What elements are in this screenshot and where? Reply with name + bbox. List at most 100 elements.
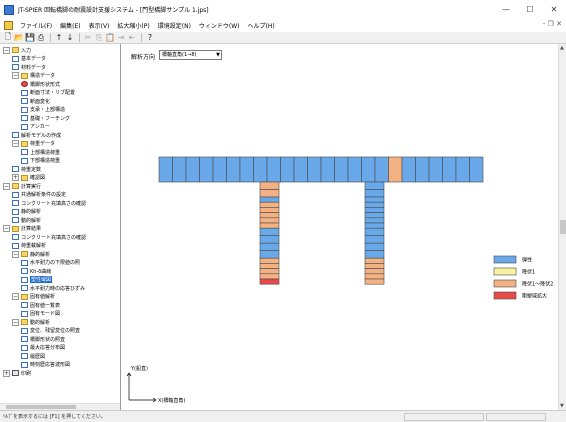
vertical-scrollbar[interactable]: ▲ ▼ (558, 44, 566, 410)
tree-item[interactable]: − 固有値解析 (12, 293, 55, 301)
column-element (364, 207, 385, 213)
new-file-icon[interactable]: 🗋 (3, 32, 13, 43)
tree-item[interactable]: 荷重定数 (12, 165, 41, 173)
legend-label: 剛塑域拡大 (522, 293, 547, 300)
tree-item[interactable]: 解析モデルの作成 (12, 131, 61, 139)
column-element (364, 242, 385, 251)
tree-item[interactable]: − 動的解析 (12, 318, 50, 326)
mdi-controls[interactable]: - ❐ ✕ (543, 20, 562, 28)
tree-item[interactable]: Kh-δ曲線 (21, 267, 51, 275)
collapse-icon[interactable]: − (12, 250, 19, 258)
tree-item[interactable]: − 入力 (3, 46, 31, 54)
save-icon[interactable]: 💾 (25, 33, 35, 43)
arrow-up-icon[interactable]: ↑ (54, 33, 64, 43)
tree-item[interactable]: − 荷重データ (12, 140, 55, 148)
column-element (259, 278, 280, 285)
menu-file[interactable]: ファイル(F) (16, 21, 56, 30)
collapse-icon[interactable]: − (12, 72, 19, 79)
collapse-icon[interactable]: − (3, 46, 10, 54)
tree-item-label: 荷重定数 (21, 166, 42, 173)
maximize-button[interactable]: ☐ (518, 0, 542, 19)
arrow-down-icon[interactable]: ↓ (65, 33, 75, 43)
navigation-tree[interactable]: − 入力 基本データ 材料データ − 構造データ 橋脚形状形式 断面寸法・リブ配置 断面変化 支承… (0, 44, 121, 410)
menu-view[interactable]: 表示(V) (85, 21, 114, 30)
tree-item[interactable]: 変位、残留変位の照査 (21, 327, 80, 335)
tree-item[interactable]: 上部構造荷重 (21, 148, 60, 156)
open-folder-icon[interactable]: 📂 (14, 33, 24, 43)
delete-icon[interactable]: ⇤ (127, 33, 137, 43)
folder-icon (12, 183, 19, 189)
tree-item-label: 材料データ (21, 64, 47, 71)
tree-item[interactable]: 支承・上部構造 (21, 106, 65, 114)
beam-element (280, 156, 295, 183)
tree-item-label: 荷重データ (30, 141, 56, 147)
app-icon (4, 4, 14, 15)
tree-item[interactable]: 動的解析 (12, 216, 41, 224)
tree-item[interactable]: 時刻歴応答波形図 (21, 361, 70, 369)
document-icon[interactable] (4, 21, 13, 30)
tree-item[interactable]: 水平耐力時の応答ひずみ (21, 284, 85, 292)
legend-swatch (493, 291, 517, 300)
collapse-icon[interactable]: − (12, 140, 19, 147)
tree-item[interactable]: 塑性域図 (21, 276, 53, 284)
close-button[interactable]: ✕ (542, 0, 566, 19)
scroll-thumb[interactable] (560, 220, 566, 234)
menu-window[interactable]: ウィンドウ(W) (195, 21, 244, 30)
menu-zoom[interactable]: 拡大縮小(P) (113, 21, 153, 30)
tree-item[interactable]: 共通解析条件の設定 (12, 191, 66, 199)
cut-icon[interactable]: ✂ (83, 33, 93, 43)
tree-item-label: 橋脚形状形式 (30, 81, 61, 88)
collapse-icon[interactable]: − (12, 293, 19, 300)
beam-element (334, 156, 349, 183)
printer-icon (12, 370, 19, 376)
tree-item[interactable]: 荷重載解析 (12, 242, 46, 250)
collapse-icon[interactable]: − (3, 182, 10, 190)
print-icon[interactable]: ⎙ (36, 33, 46, 43)
expand-icon[interactable]: + (3, 369, 10, 377)
tree-item[interactable]: 静的解析 (12, 208, 41, 216)
collapse-icon[interactable]: − (3, 225, 10, 232)
menu-edit[interactable]: 編集(E) (56, 21, 84, 30)
document-icon (12, 200, 19, 206)
tree-item[interactable]: 固有モード図 (21, 310, 60, 318)
tree-item-label: 履歴図 (30, 353, 46, 360)
tree-item[interactable]: − 計算実行 (3, 182, 41, 190)
tree-item[interactable]: 水平耐力の下限値の照 (21, 259, 80, 267)
insert-icon[interactable]: ⇥ (116, 33, 126, 43)
tree-item[interactable]: 基礎・フーチング (21, 114, 70, 122)
tree-item-label: 確認図 (30, 175, 46, 181)
tree-item[interactable]: 材料データ (12, 63, 46, 71)
tree-item[interactable]: 下部構造荷重 (21, 157, 60, 165)
tree-scroll-thumb[interactable] (6, 405, 76, 409)
help-icon[interactable]: ? (145, 33, 155, 43)
minimize-button[interactable]: — (494, 0, 518, 19)
paste-icon[interactable]: 📋 (105, 33, 115, 43)
menu-help[interactable]: ヘルプ(H) (244, 21, 279, 30)
tree-item[interactable]: コンクリート充填高さの確認 (12, 199, 86, 207)
expand-icon[interactable]: + (12, 174, 19, 181)
scroll-down-icon[interactable]: ▼ (560, 403, 564, 409)
tree-item[interactable]: 固有値一覧表 (21, 301, 60, 309)
column-element (364, 201, 385, 208)
tree-item[interactable]: − 計算結果 (3, 225, 41, 233)
tree-item[interactable]: 断面寸法・リブ配置 (21, 89, 75, 97)
tree-item[interactable]: + 印刷 (3, 369, 31, 377)
tree-item[interactable]: 橋脚形状の照査 (21, 335, 65, 343)
tree-item[interactable]: 断面変化 (21, 97, 50, 105)
collapse-icon[interactable]: − (12, 318, 19, 326)
folder-icon (21, 140, 28, 147)
tree-item[interactable]: 最大応答分布図 (21, 344, 65, 352)
tree-item[interactable]: + 確認図 (12, 174, 45, 182)
tree-item[interactable]: コンクリート充填高さの確認 (12, 233, 86, 241)
tree-item[interactable]: 橋脚形状形式 (21, 80, 60, 88)
copy-icon[interactable]: ⎘ (94, 33, 104, 43)
tree-horizontal-scrollbar[interactable] (0, 403, 120, 410)
scroll-up-icon[interactable]: ▲ (560, 45, 564, 51)
tree-item[interactable]: − 静的解析 (12, 250, 50, 258)
tree-item[interactable]: 履歴図 (21, 352, 45, 360)
menu-settings[interactable]: 環境設定(N) (154, 21, 195, 30)
tree-item[interactable]: 基本データ (12, 55, 46, 63)
document-icon (12, 132, 19, 138)
tree-item[interactable]: − 構造データ (12, 72, 55, 80)
tree-item[interactable]: アンカー (21, 123, 50, 131)
